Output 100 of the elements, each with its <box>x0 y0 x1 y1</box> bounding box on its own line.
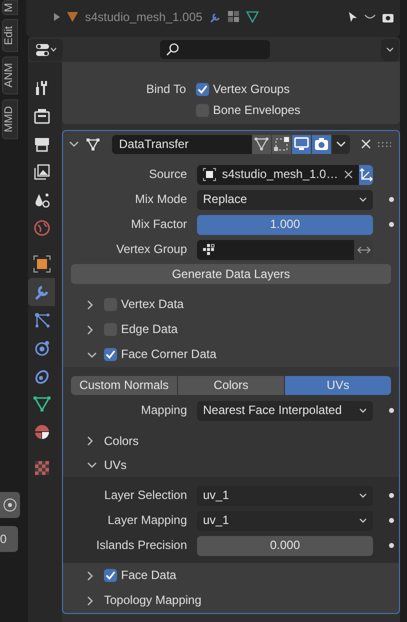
toggle-button[interactable] <box>312 134 331 154</box>
chevron-right-icon[interactable] <box>87 436 93 446</box>
wrench-icon <box>209 10 222 24</box>
keyframe-dot-icon[interactable] <box>389 493 394 498</box>
monitor-icon <box>294 137 309 151</box>
keyframe-dot-icon[interactable] <box>389 408 394 413</box>
section-title[interactable]: Edge Data <box>121 322 178 337</box>
slider[interactable]: 0.000 <box>197 536 373 556</box>
object-name[interactable]: s4studio_mesh_1.005 <box>85 10 203 24</box>
globe-icon <box>32 219 50 237</box>
checkbox-label[interactable]: Bone Envelopes <box>213 103 300 118</box>
chevron-right-icon[interactable] <box>87 596 93 606</box>
side-tab[interactable]: M <box>2 0 18 16</box>
caret-icon <box>359 493 367 498</box>
vertex-group-icon <box>203 244 215 256</box>
camera-icon <box>314 137 329 151</box>
section-title[interactable]: Topology Mapping <box>104 593 202 608</box>
field-label: Layer Mapping <box>106 513 187 528</box>
number-field[interactable]: 0 <box>0 526 18 552</box>
tab[interactable]: UVs <box>285 376 391 395</box>
dropdown[interactable]: Replace <box>197 190 373 210</box>
name-field[interactable]: DataTransfer <box>112 134 252 154</box>
caret-icon <box>359 197 367 202</box>
keyframe-dot-icon[interactable] <box>389 543 394 548</box>
field-label: Vertex Group <box>115 242 187 257</box>
axes-icon <box>359 168 374 182</box>
caret-icon <box>50 47 56 52</box>
chevron-right-icon[interactable] <box>87 324 93 334</box>
target-icon <box>3 498 17 512</box>
section-title[interactable]: Colors <box>104 434 139 448</box>
caret-icon <box>359 518 367 523</box>
object-icon <box>203 168 216 181</box>
target-button[interactable] <box>0 492 20 518</box>
side-tab[interactable]: MMD <box>2 98 18 139</box>
caret-icon <box>386 47 394 52</box>
search-icon <box>166 43 179 56</box>
tab[interactable]: Colors <box>178 376 284 395</box>
field-label: Mix Factor <box>130 217 187 232</box>
options-dropdown[interactable] <box>381 38 399 60</box>
chevron-down-icon[interactable] <box>87 462 97 468</box>
field-label: Mapping <box>140 403 187 418</box>
double-arrow-icon <box>356 246 370 254</box>
clear-icon[interactable] <box>344 170 354 179</box>
section-title[interactable]: Face Corner Data <box>121 347 216 362</box>
chevron-right-icon[interactable] <box>87 570 93 580</box>
field-label: Source <box>148 167 187 182</box>
side-tab[interactable]: ANM <box>2 56 18 95</box>
dropdown[interactable]: uv_1 <box>197 510 373 530</box>
toggle-button[interactable] <box>292 134 311 154</box>
toggle-button[interactable] <box>252 134 271 154</box>
camera-back-icon <box>32 107 50 125</box>
square-icon <box>32 255 50 273</box>
field-label: Layer Selection <box>103 488 187 503</box>
chevron-down-icon[interactable] <box>69 141 79 147</box>
square-vertices-icon <box>274 137 289 151</box>
slider[interactable]: 1.000 <box>197 214 373 234</box>
section-title[interactable]: Vertex Data <box>121 297 184 312</box>
dropdown[interactable]: uv_1 <box>197 486 373 506</box>
dropdown-button[interactable] <box>332 134 350 154</box>
section-title[interactable]: Face Data <box>121 568 176 583</box>
checkbox[interactable] <box>104 569 117 582</box>
chevron-right-icon[interactable] <box>87 300 93 310</box>
keyframe-dot-icon[interactable] <box>389 518 394 523</box>
triangle-icon <box>66 11 79 23</box>
section-title[interactable]: UVs <box>104 458 127 472</box>
object-field[interactable]: s4studio_mesh_1.0… <box>197 164 360 184</box>
camera-icon[interactable] <box>382 12 394 22</box>
modifier-type-icon <box>86 138 100 150</box>
editor-type-button[interactable] <box>29 38 63 60</box>
field-label: Mix Mode <box>134 192 187 207</box>
link-icon <box>32 367 50 385</box>
expand-triangle-icon[interactable] <box>54 13 60 21</box>
checker-icon <box>32 459 50 477</box>
checkbox[interactable] <box>196 82 209 96</box>
picker-button[interactable] <box>359 164 374 184</box>
tab[interactable]: Custom Normals <box>71 376 177 395</box>
keyframe-dot-icon[interactable] <box>389 222 394 227</box>
toggle-icon <box>36 44 48 56</box>
chevron-down-icon[interactable] <box>87 352 97 358</box>
eye-closed-icon[interactable] <box>364 14 376 20</box>
sphere-icon <box>32 423 50 441</box>
field-label: Islands Precision <box>95 538 187 553</box>
triangle-outline-icon <box>246 11 259 23</box>
dropdown[interactable]: Nearest Face Interpolated <box>197 400 373 420</box>
checkbox-label[interactable]: Vertex Groups <box>213 82 290 97</box>
field-label: Bind To <box>145 82 186 97</box>
generate-button[interactable]: Generate Data Layers <box>71 264 391 284</box>
side-tab[interactable]: Edit <box>2 19 18 52</box>
toggle-button[interactable] <box>272 134 291 154</box>
shapes-icon <box>32 191 50 209</box>
vertex-group-field[interactable] <box>197 240 354 260</box>
keyframe-dot-icon[interactable] <box>389 197 394 202</box>
grid-icon <box>228 11 240 23</box>
cursor-icon[interactable] <box>348 11 358 23</box>
search-field[interactable] <box>160 40 270 59</box>
orbit-icon <box>32 339 50 357</box>
nodes-icon <box>32 311 50 329</box>
vertex-triangle-icon <box>254 137 269 151</box>
checkbox[interactable] <box>104 348 117 361</box>
caret-icon <box>336 141 346 147</box>
